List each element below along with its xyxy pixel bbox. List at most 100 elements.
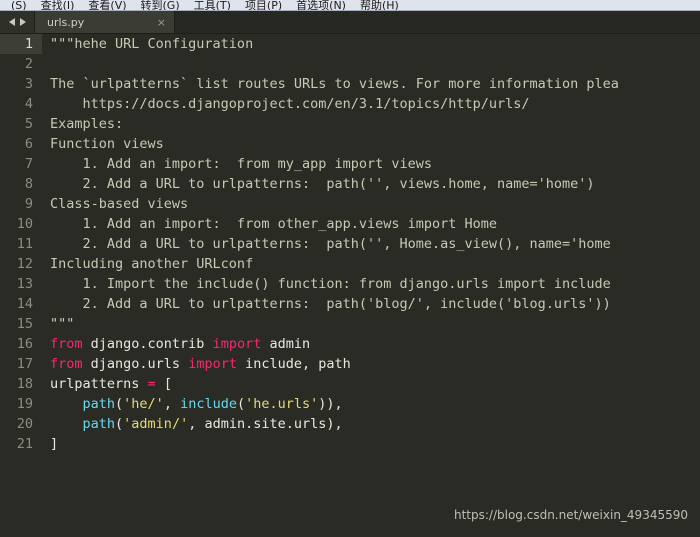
- token-doc: 2. Add a URL to urlpatterns: path('', Ho…: [50, 236, 611, 252]
- token-str: 'admin/': [123, 416, 189, 432]
- code-line-text: """hehe URL Configuration: [42, 34, 700, 54]
- line-number: 8: [24, 176, 33, 192]
- code-line[interactable]: 18 urlpatterns = [: [0, 374, 700, 394]
- code-line[interactable]: 17 from django.urls import include, path: [0, 354, 700, 374]
- code-line-text: 1. Add an import: from my_app import vie…: [42, 154, 700, 174]
- token-plain: django.contrib: [82, 336, 213, 352]
- code-line-text: """: [42, 314, 700, 334]
- token-plain: (: [115, 416, 124, 432]
- token-plain: (: [115, 396, 124, 412]
- menu-bar: (S) 查找(I) 查看(V) 转到(G) 工具(T) 项目(P) 首选项(N) 帮助(H): [0, 0, 700, 11]
- code-line-text: Class-based views: [42, 194, 700, 214]
- code-line-text: The `urlpatterns` list routes URLs to vi…: [42, 74, 700, 94]
- code-line[interactable]: 15 """: [0, 314, 700, 334]
- code-line[interactable]: 3 The `urlpatterns` list routes URLs to v…: [0, 74, 700, 94]
- token-doc: 2. Add a URL to urlpatterns: path('blog/…: [50, 296, 611, 312]
- token-str: 'he/': [123, 396, 164, 412]
- line-number: 14: [16, 296, 33, 312]
- code-line[interactable]: 21]: [0, 434, 700, 454]
- code-line-text: 1. Add an import: from other_app.views i…: [42, 214, 700, 234]
- code-line[interactable]: 19 path('he/', include('he.urls')),: [0, 394, 700, 414]
- menu-item-3[interactable]: 转到(G): [134, 0, 187, 10]
- token-kw: from: [50, 356, 83, 372]
- token-kw: import: [212, 336, 262, 352]
- menu-item-6[interactable]: 首选项(N): [289, 0, 353, 10]
- token-plain: admin: [261, 336, 311, 352]
- token-plain: , admin.site.urls),: [188, 416, 343, 432]
- token-plain: ,: [163, 396, 181, 412]
- token-fn: include: [180, 396, 237, 412]
- line-number: 15: [16, 316, 33, 332]
- tab-bar-empty-area: [175, 11, 700, 33]
- line-number: 19: [16, 396, 33, 412]
- line-number: 6: [24, 136, 33, 152]
- code-line-text: from django.contrib import admin: [42, 334, 700, 354]
- code-line[interactable]: 9 Class-based views: [0, 194, 700, 214]
- line-number: 4: [24, 96, 33, 112]
- watermark: https://blog.csdn.net/weixin_49345590: [453, 508, 688, 522]
- token-doc: """hehe URL Configuration: [50, 36, 254, 52]
- token-plain: )),: [318, 396, 343, 412]
- code-line[interactable]: 8 2. Add a URL to urlpatterns: path('', …: [0, 174, 700, 194]
- arrow-right-icon[interactable]: [19, 18, 26, 26]
- code-line-text: https://docs.djangoproject.com/en/3.1/to…: [42, 94, 700, 114]
- token-plain: include, path: [236, 356, 351, 372]
- menu-item-0[interactable]: (S): [4, 0, 34, 10]
- code-editor[interactable]: 1 """hehe URL Configuration 2 3 The `urlpatt…: [0, 34, 700, 537]
- editor-window: (S) 查找(I) 查看(V) 转到(G) 工具(T) 项目(P) 首选项(N) 帮助(H) …: [0, 0, 700, 537]
- arrow-left-icon[interactable]: [8, 18, 15, 26]
- code-line[interactable]: 1 """hehe URL Configuration: [0, 34, 700, 54]
- line-number: 12: [16, 256, 33, 272]
- code-line[interactable]: 10 1. Add an import: from other_app.view…: [0, 214, 700, 234]
- line-number: 7: [24, 156, 33, 172]
- token-kw: import: [188, 356, 237, 372]
- code-line[interactable]: 6 Function views: [0, 134, 700, 154]
- code-line-text: Examples:: [42, 114, 700, 134]
- menu-item-5[interactable]: 项目(P): [238, 0, 289, 10]
- code-line[interactable]: 7 1. Add an import: from my_app import v…: [0, 154, 700, 174]
- token-plain: (: [236, 396, 246, 412]
- code-line[interactable]: 13 1. Import the include() function: fro…: [0, 274, 700, 294]
- token-plain: django.urls: [82, 356, 189, 372]
- token-doc: """: [50, 316, 75, 332]
- menu-item-1[interactable]: 查找(I): [34, 0, 82, 10]
- code-line-text: Function views: [42, 134, 700, 154]
- token-doc: Function views: [50, 136, 164, 152]
- line-number: 16: [16, 336, 33, 352]
- code-line-text: Including another URLconf: [42, 254, 700, 274]
- token-plain: urlpatterns: [50, 376, 148, 392]
- code-line[interactable]: 20 path('admin/', admin.site.urls),: [0, 414, 700, 434]
- token-doc: The `urlpatterns` list routes URLs to vi…: [50, 76, 619, 92]
- tab-navigation-controls: [0, 11, 35, 33]
- token-doc: 1. Add an import: from my_app import vie…: [50, 156, 433, 172]
- code-line[interactable]: 4 https://docs.djangoproject.com/en/3.1/…: [0, 94, 700, 114]
- token-kw: from: [50, 336, 83, 352]
- code-line-text: ]: [42, 434, 700, 454]
- code-line-text: 1. Import the include() function: from d…: [42, 274, 700, 294]
- code-line[interactable]: 12 Including another URLconf: [0, 254, 700, 274]
- token-doc: 1. Import the include() function: from d…: [50, 276, 611, 292]
- code-line-text: [42, 54, 700, 74]
- menu-item-7[interactable]: 帮助(H): [353, 0, 406, 10]
- tab-bar: urls.py ×: [0, 11, 700, 34]
- token-str: 'he.urls': [245, 396, 319, 412]
- code-line[interactable]: 16 from django.contrib import admin: [0, 334, 700, 354]
- code-line[interactable]: 5 Examples:: [0, 114, 700, 134]
- code-line[interactable]: 11 2. Add a URL to urlpatterns: path('',…: [0, 234, 700, 254]
- line-number: 20: [16, 416, 33, 432]
- menu-item-4[interactable]: 工具(T): [187, 0, 238, 10]
- menu-item-2[interactable]: 查看(V): [81, 0, 133, 10]
- close-icon[interactable]: ×: [157, 17, 166, 28]
- code-line[interactable]: 2: [0, 54, 700, 74]
- tab-label: urls.py: [47, 15, 85, 29]
- line-number: 11: [16, 236, 33, 252]
- code-line[interactable]: 14 2. Add a URL to urlpatterns: path('bl…: [0, 294, 700, 314]
- token-doc: https://docs.djangoproject.com/en/3.1/to…: [50, 96, 530, 112]
- tab-urls-py[interactable]: urls.py ×: [35, 11, 175, 33]
- token-plain: ]: [50, 436, 59, 452]
- line-number: 17: [16, 356, 33, 372]
- code-lines-container: 1 """hehe URL Configuration 2 3 The `urlpatt…: [0, 34, 700, 537]
- line-number: 3: [24, 76, 33, 92]
